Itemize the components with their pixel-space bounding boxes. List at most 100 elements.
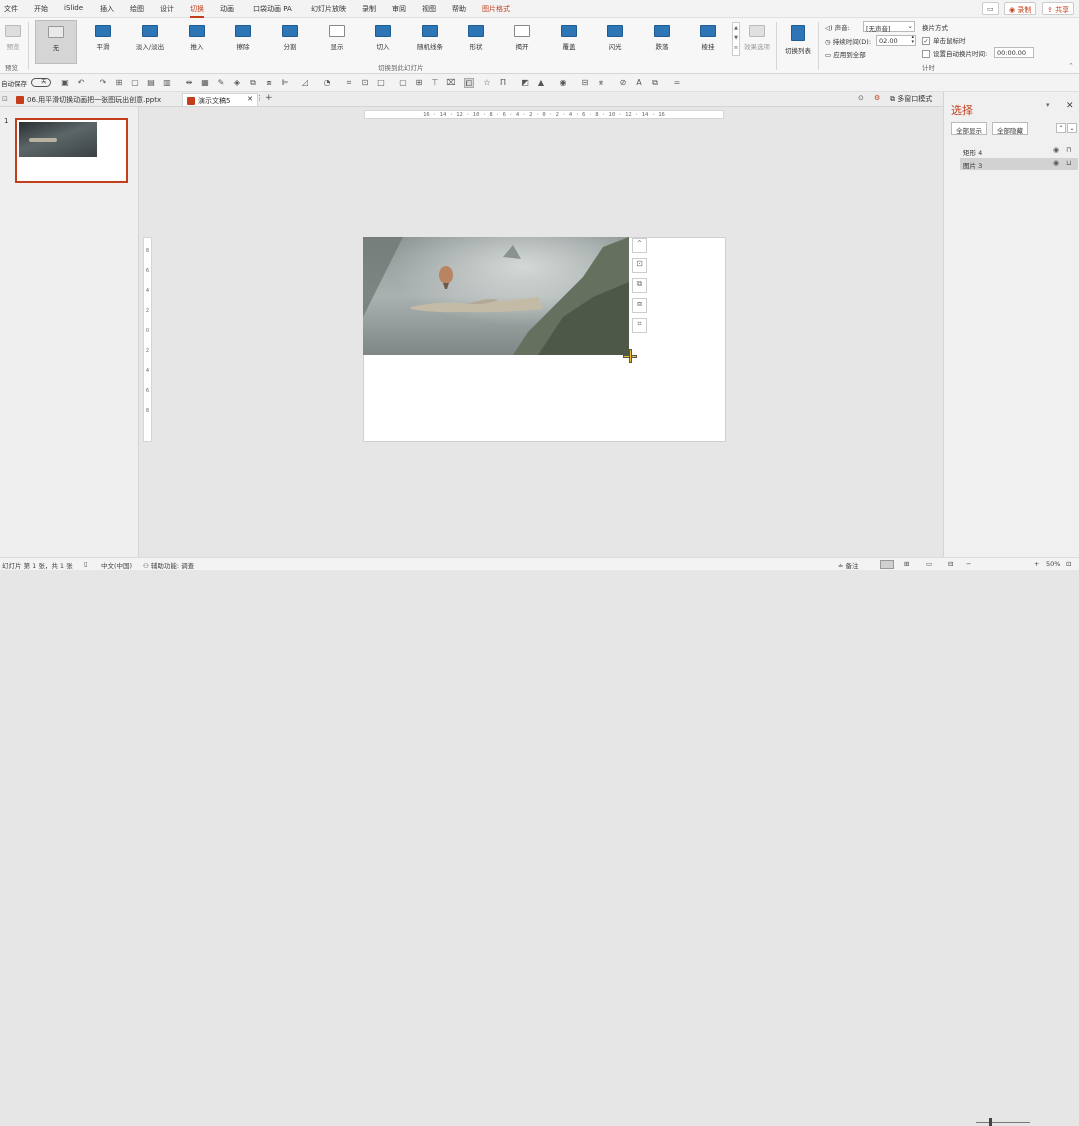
new-tab-icon[interactable]: + bbox=[265, 93, 273, 103]
share-button[interactable]: ⇪ 共享 bbox=[1042, 2, 1075, 15]
new-slide-icon[interactable]: ▢ bbox=[130, 78, 140, 88]
star-icon[interactable]: ☆ bbox=[482, 78, 492, 88]
square-icon[interactable]: ▢ bbox=[398, 78, 408, 88]
transition-random-bars[interactable]: 随机线条 bbox=[409, 20, 451, 64]
menu-draw[interactable]: 绘图 bbox=[130, 4, 144, 14]
distribute-icon[interactable]: ⊤ bbox=[430, 78, 440, 88]
menu-picture-format[interactable]: 图片格式 bbox=[482, 4, 510, 14]
undo-icon[interactable]: ↶ bbox=[76, 78, 86, 88]
slide-thumbnail[interactable] bbox=[15, 118, 128, 183]
ungroup-icon[interactable]: ⧈ bbox=[264, 78, 274, 88]
sound-select[interactable]: [无声音] ⌄ bbox=[863, 21, 915, 33]
table-icon[interactable]: ▦ bbox=[200, 78, 210, 88]
align-icon[interactable]: ⇹ bbox=[184, 78, 194, 88]
gallery-scroll[interactable]: ▲ ▼ ≡ bbox=[732, 22, 740, 56]
compress-icon[interactable]: ⌧ bbox=[446, 78, 456, 88]
zoom-level[interactable]: 50% bbox=[1046, 560, 1060, 568]
normal-view-icon[interactable] bbox=[880, 560, 894, 569]
menu-review[interactable]: 审阅 bbox=[392, 4, 406, 14]
tab-menu-icon[interactable]: ⊡ bbox=[2, 95, 8, 103]
resize-icon[interactable]: ⊡ bbox=[360, 78, 370, 88]
eye-icon[interactable]: ◉ bbox=[1053, 159, 1059, 167]
crop-icon[interactable]: ⌗ bbox=[344, 78, 354, 88]
link-icon[interactable]: ⊘ bbox=[618, 78, 628, 88]
arrange-icon[interactable]: ▥ bbox=[162, 78, 172, 88]
pane-options-icon[interactable]: ▾ bbox=[1046, 101, 1050, 109]
send-backward-icon[interactable]: ⌄ bbox=[1067, 123, 1077, 133]
zoom-tool-icon[interactable]: ⊙ bbox=[858, 94, 864, 102]
transition-split[interactable]: 分割 bbox=[269, 20, 311, 64]
comments-button[interactable]: ▭ bbox=[982, 2, 999, 15]
slideshow-icon[interactable]: ⊟ bbox=[948, 560, 953, 568]
align-left-icon[interactable]: ⊫ bbox=[280, 78, 290, 88]
menu-islide[interactable]: iSlide bbox=[64, 4, 83, 12]
zoom-out-icon[interactable]: − bbox=[966, 560, 971, 568]
customize-qat-icon[interactable]: = bbox=[672, 78, 682, 88]
transition-morph[interactable]: 平滑 bbox=[82, 20, 124, 64]
transition-uncover[interactable]: 揭开 bbox=[501, 20, 543, 64]
transition-cut[interactable]: 切入 bbox=[362, 20, 404, 64]
redo-icon[interactable]: ↷ bbox=[98, 78, 108, 88]
duration-input[interactable]: 02.00 ▴ ▾ bbox=[876, 35, 916, 46]
eye-icon[interactable]: ◉ bbox=[1053, 146, 1059, 154]
layout-options-icon[interactable]: ⊡ bbox=[632, 258, 647, 273]
transition-reveal[interactable]: 显示 bbox=[316, 20, 358, 64]
show-all-button[interactable]: 全部显示 bbox=[951, 122, 987, 135]
paste-icon[interactable]: ⧈ bbox=[632, 298, 647, 313]
menu-pocket-animation[interactable]: 口袋动画 PA bbox=[253, 4, 292, 14]
menu-file[interactable]: 文件 bbox=[4, 4, 18, 14]
transition-fade[interactable]: 淡入/淡出 bbox=[129, 20, 171, 64]
horizontal-ruler[interactable]: 16 · 14 · 12 · 10 · 8 · 6 · 4 · 2 · 0 · … bbox=[364, 110, 724, 119]
menu-design[interactable]: 设计 bbox=[160, 4, 174, 14]
transition-push[interactable]: 推入 bbox=[176, 20, 218, 64]
transition-drape[interactable]: 棱挂 bbox=[687, 20, 729, 64]
menu-slideshow[interactable]: 幻灯片放映 bbox=[311, 4, 346, 14]
copy-format-icon[interactable]: ⧉ bbox=[650, 78, 660, 88]
transform-icon[interactable]: ⌆ bbox=[596, 78, 606, 88]
after-time-checkbox[interactable]: 设置自动换片时间: bbox=[922, 48, 987, 58]
transition-flash[interactable]: 闪光 bbox=[594, 20, 636, 64]
fit-slide-icon[interactable]: ⊡ bbox=[1066, 560, 1071, 568]
document-tab-active[interactable]: 演示文稿5 ✕ bbox=[182, 93, 258, 106]
save-icon[interactable]: ▣ bbox=[60, 78, 70, 88]
selection-item[interactable]: 矩形 4 ◉ ⊓ bbox=[960, 145, 1078, 157]
effects-icon[interactable]: ◉ bbox=[558, 78, 568, 88]
hide-all-button[interactable]: 全部隐藏 bbox=[992, 122, 1028, 135]
notes-button[interactable]: ≐ 备注 bbox=[838, 560, 859, 570]
document-tab[interactable]: 06.用平滑切换动画把一张图玩出创意.pptx bbox=[12, 93, 165, 106]
layout-icon[interactable]: ▤ bbox=[146, 78, 156, 88]
image-icon[interactable]: ⊟ bbox=[580, 78, 590, 88]
slide-sorter-icon[interactable]: ⊞ bbox=[904, 560, 909, 568]
reading-view-icon[interactable]: ▭ bbox=[926, 560, 932, 568]
menu-record[interactable]: 录制 bbox=[362, 4, 376, 14]
language-indicator[interactable]: 中文(中国) bbox=[101, 560, 132, 570]
effect-options-button[interactable]: 效果选项 bbox=[742, 20, 772, 64]
menu-transitions[interactable]: 切换 bbox=[190, 4, 204, 18]
autosave-toggle[interactable]: 关 bbox=[31, 78, 51, 87]
text-direction-icon[interactable]: Π bbox=[498, 78, 508, 88]
apply-all-button[interactable]: ▭ 应用到全部 bbox=[825, 49, 866, 59]
copy-icon[interactable]: ⧉ bbox=[632, 278, 647, 293]
vertical-ruler[interactable]: 8 6 4 2 0 2 4 6 8 bbox=[143, 237, 152, 442]
menu-view[interactable]: 视图 bbox=[422, 4, 436, 14]
record-button[interactable]: ◉ 录制 bbox=[1004, 2, 1037, 15]
tab-options-icon[interactable]: ⋮ bbox=[256, 94, 263, 102]
multi-window-button[interactable]: ⧉ 多窗口模式 bbox=[890, 94, 932, 104]
transition-cover[interactable]: 覆盖 bbox=[548, 20, 590, 64]
fill-icon[interactable]: ◈ bbox=[232, 78, 242, 88]
collapse-up-icon[interactable]: ⌃ bbox=[632, 238, 647, 253]
slide-picture[interactable] bbox=[363, 237, 629, 355]
menu-home[interactable]: 开始 bbox=[34, 4, 48, 14]
shapes-icon[interactable]: ◔ bbox=[322, 78, 332, 88]
zoom-slider-thumb[interactable] bbox=[989, 1118, 992, 1126]
pen-icon[interactable]: ✎ bbox=[216, 78, 226, 88]
transition-fall[interactable]: 跌落 bbox=[641, 20, 683, 64]
zoom-slider[interactable] bbox=[976, 1122, 1030, 1123]
group-icon[interactable]: ⧉ bbox=[248, 78, 258, 88]
switch-list-button[interactable]: 切换列表 bbox=[780, 20, 816, 64]
bring-forward-icon[interactable]: ⌃ bbox=[1056, 123, 1066, 133]
format-painter-icon[interactable]: ⊞ bbox=[114, 78, 124, 88]
transition-wipe[interactable]: 擦除 bbox=[222, 20, 264, 64]
after-time-input[interactable]: 00:00.00 bbox=[994, 47, 1034, 58]
transition-none[interactable]: 无 bbox=[35, 20, 77, 64]
